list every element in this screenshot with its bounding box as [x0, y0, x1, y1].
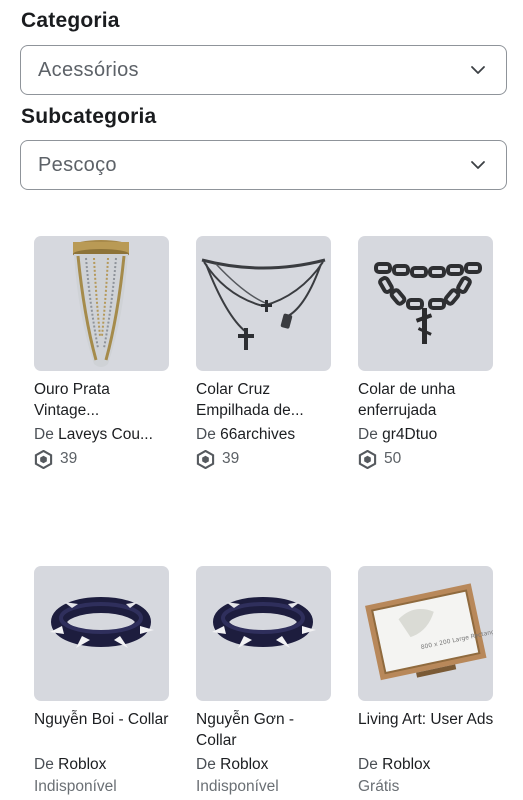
category-select-value: Acessórios	[38, 58, 139, 81]
item-price: 39	[34, 449, 174, 469]
subcategory-select-value: Pescoço	[38, 153, 117, 176]
item-name[interactable]: Ouro Prata Vintage...	[34, 379, 174, 421]
creator-name[interactable]: Roblox	[220, 756, 268, 773]
robux-icon	[34, 449, 53, 469]
item-name[interactable]: Living Art: User Ads	[358, 709, 498, 751]
creator-name[interactable]: Laveys Cou...	[58, 426, 153, 443]
robux-icon	[358, 449, 377, 469]
creator-prefix: De	[358, 756, 378, 773]
item-name[interactable]: Colar de unha enferrujada	[358, 379, 498, 421]
subcategory-select[interactable]: Pescoço	[20, 140, 507, 190]
item-name[interactable]: Nguyễn Gơn - Collar	[196, 709, 336, 751]
subcategory-label: Subcategoria	[21, 105, 157, 128]
category-select[interactable]: Acessórios	[20, 45, 507, 95]
spiked-collar-icon[interactable]	[196, 566, 331, 701]
chevron-down-icon	[471, 161, 485, 169]
catalog-item[interactable]: Colar de unha enferrujada De gr4Dtuo 50	[358, 236, 498, 469]
item-status: Grátis	[358, 778, 400, 795]
creator-prefix: De	[196, 756, 216, 773]
price-value: 50	[384, 450, 402, 467]
item-creator[interactable]: De gr4Dtuo	[358, 425, 498, 445]
catalog-item[interactable]: Nguyễn Gơn - Collar De Roblox Indisponív…	[196, 566, 336, 797]
price-value: 39	[60, 450, 78, 467]
creator-prefix: De	[34, 756, 54, 773]
creator-name[interactable]: Roblox	[382, 756, 430, 773]
catalog-page: Categoria Acessórios Subcategoria Pescoç…	[0, 0, 523, 800]
price-value: 39	[222, 450, 240, 467]
item-creator[interactable]: De 66archives	[196, 425, 336, 445]
gold-silver-necklace-icon[interactable]	[34, 236, 169, 371]
catalog-item[interactable]: Nguyễn Boi - Collar De Roblox Indisponív…	[34, 566, 174, 797]
item-name[interactable]: Colar Cruz Empilhada de...	[196, 379, 336, 421]
rusty-nail-necklace-icon[interactable]	[358, 236, 493, 371]
framed-ad-icon[interactable]: 800 x 200 Large Rectangle	[358, 566, 493, 701]
item-status: Indisponível	[34, 778, 117, 795]
creator-prefix: De	[196, 426, 216, 443]
catalog-item[interactable]: Colar Cruz Empilhada de... De 66archives…	[196, 236, 336, 469]
item-name[interactable]: Nguyễn Boi - Collar	[34, 709, 174, 751]
creator-name[interactable]: Roblox	[58, 756, 106, 773]
catalog-item[interactable]: 800 x 200 Large Rectangle Living Art: Us…	[358, 566, 498, 797]
item-creator[interactable]: De Roblox	[358, 755, 498, 775]
creator-prefix: De	[358, 426, 378, 443]
item-creator[interactable]: De Roblox	[196, 755, 336, 775]
chevron-down-icon	[471, 66, 485, 74]
category-label: Categoria	[21, 9, 120, 32]
item-price: 50	[358, 449, 498, 469]
cross-chain-necklace-icon[interactable]	[196, 236, 331, 371]
item-status: Indisponível	[196, 778, 279, 795]
creator-name[interactable]: 66archives	[220, 426, 295, 443]
creator-name[interactable]: gr4Dtuo	[382, 426, 437, 443]
catalog-item[interactable]: Ouro Prata Vintage... De Laveys Cou... 3…	[34, 236, 174, 469]
creator-prefix: De	[34, 426, 54, 443]
item-price: 39	[196, 449, 336, 469]
item-creator[interactable]: De Roblox	[34, 755, 174, 775]
item-creator[interactable]: De Laveys Cou...	[34, 425, 174, 445]
spiked-collar-icon[interactable]	[34, 566, 169, 701]
robux-icon	[196, 449, 215, 469]
